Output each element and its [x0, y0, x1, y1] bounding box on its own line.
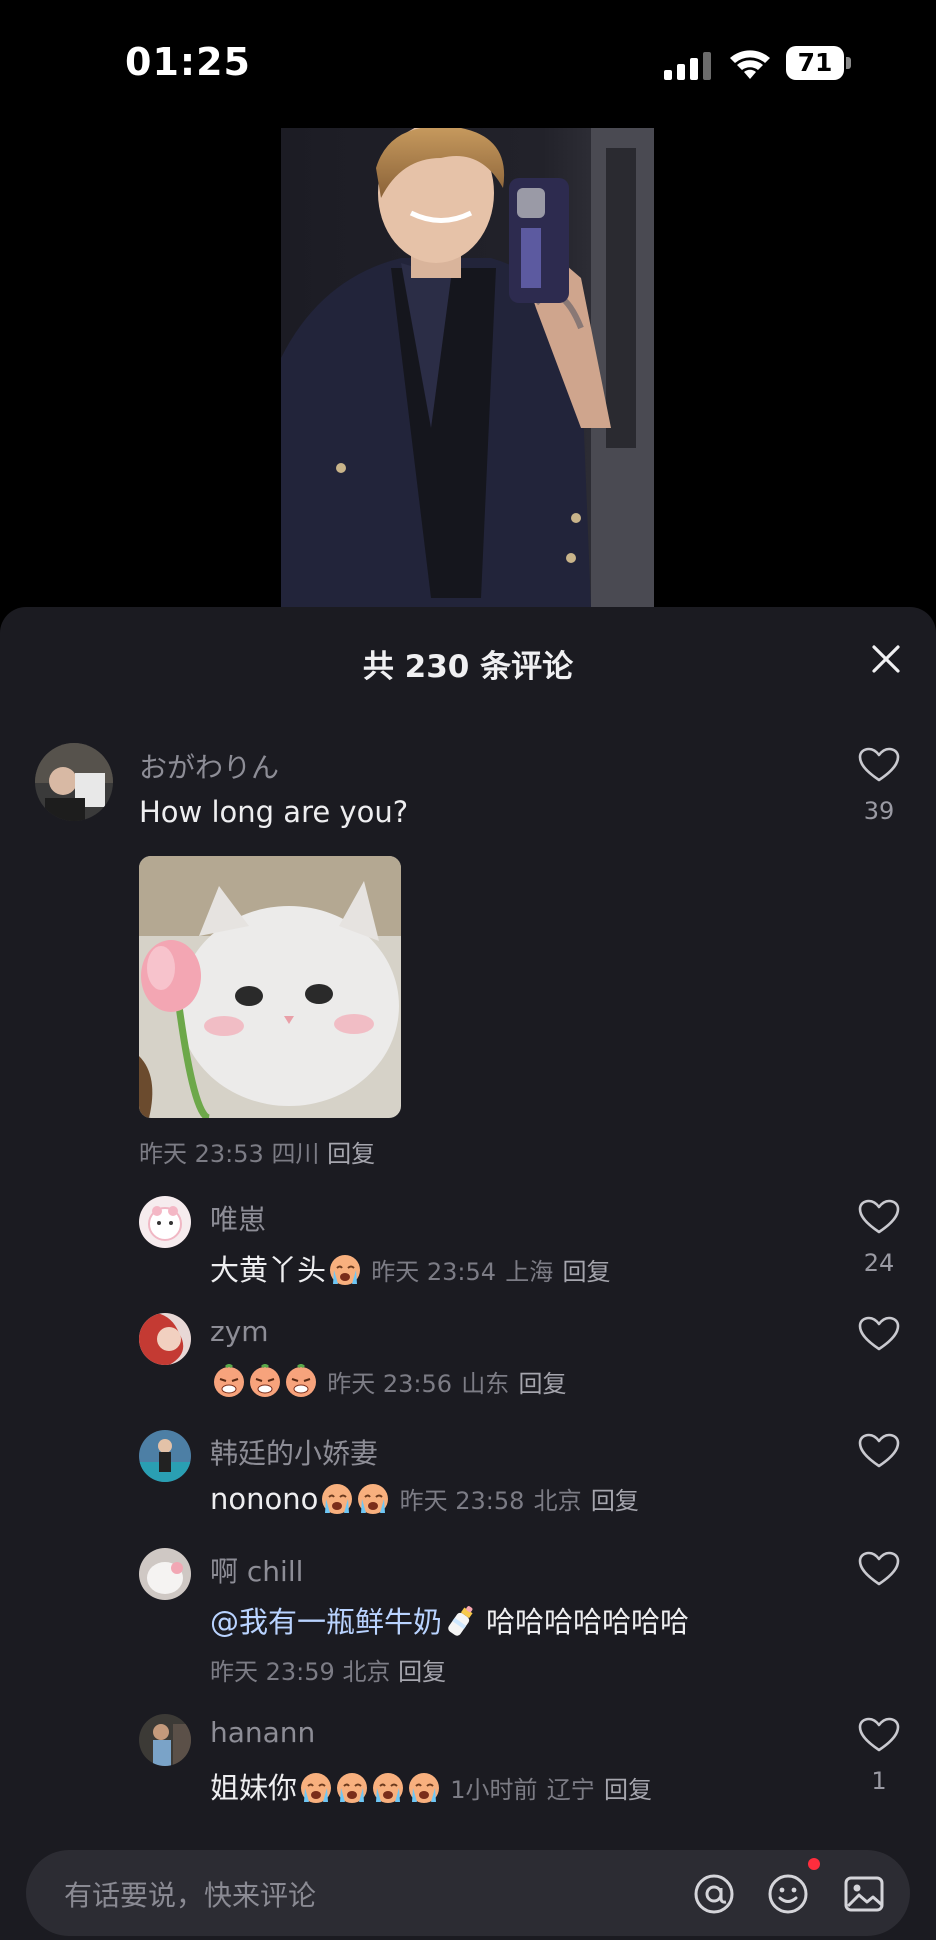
sob-emoji-icon [286, 1364, 316, 1397]
comment-text: nonono [210, 1482, 319, 1516]
comment-time: 昨天 23:53 [139, 1140, 264, 1168]
reply-button[interactable]: 回复 [518, 1370, 566, 1398]
mention-link[interactable]: @我有一瓶鲜牛奶 [210, 1605, 442, 1639]
comment-text: 姐妹你 [210, 1771, 298, 1805]
heart-icon[interactable] [858, 747, 900, 783]
like-count: 1 [871, 1767, 887, 1795]
comment-line: nonono 昨天 23:58 北京 回复 [210, 1481, 639, 1516]
crying-emoji-icon [322, 1484, 353, 1514]
battery-icon: 71 [786, 46, 852, 80]
comment-input-placeholder[interactable]: 有话要说，快来评论 [64, 1874, 316, 1914]
video-player[interactable] [281, 128, 654, 608]
close-icon[interactable] [868, 641, 904, 677]
comment-location: 四川 [271, 1140, 320, 1168]
heart-icon[interactable] [858, 1316, 900, 1352]
avatar[interactable] [139, 1548, 191, 1600]
comment-location: 山东 [461, 1370, 510, 1398]
comment-time: 昨天 23:56 [327, 1370, 453, 1398]
crying-emoji-icon [358, 1484, 389, 1514]
battery-level: 71 [797, 48, 833, 77]
comment-meta: 昨天 23:53 四川 回复 [139, 1134, 375, 1169]
reply-button[interactable]: 回复 [604, 1776, 652, 1804]
username[interactable]: おがわりん [139, 746, 279, 786]
comment-text: How long are you? [139, 795, 409, 829]
comment-time: 昨天 23:54 [371, 1258, 497, 1286]
like-count: 24 [863, 1249, 895, 1277]
comment-text: 哈哈哈哈哈哈哈 [486, 1605, 690, 1639]
wifi-icon [730, 50, 770, 79]
crying-emoji-icon [337, 1773, 368, 1803]
username[interactable]: 啊 chill [210, 1550, 303, 1590]
comment-location: 北京 [342, 1658, 391, 1686]
notification-dot [808, 1858, 820, 1870]
comment-line: 昨天 23:56 山东 回复 [210, 1364, 566, 1399]
reply-button[interactable]: 回复 [591, 1487, 639, 1515]
comment-location: 上海 [505, 1258, 554, 1286]
comment-location: 北京 [533, 1487, 582, 1515]
crying-emoji-icon [373, 1773, 404, 1803]
crying-emoji-icon [330, 1255, 361, 1285]
heart-icon[interactable] [858, 1433, 900, 1469]
comment-time: 昨天 23:58 [399, 1487, 525, 1515]
avatar[interactable] [139, 1430, 191, 1482]
reply-button[interactable]: 回复 [562, 1258, 610, 1286]
comment-meta: 昨天 23:59 北京 回复 [210, 1652, 446, 1687]
sob-emoji-icon [214, 1364, 244, 1397]
comment-time: 昨天 23:59 [210, 1658, 335, 1686]
heart-icon[interactable] [858, 1199, 900, 1235]
reply-button[interactable]: 回复 [398, 1658, 446, 1686]
username[interactable]: hanann [210, 1716, 315, 1749]
comment-input-bar[interactable]: 有话要说，快来评论 [26, 1850, 910, 1936]
avatar[interactable] [35, 743, 113, 821]
avatar[interactable] [139, 1313, 191, 1365]
image-icon[interactable] [842, 1872, 886, 1916]
crying-emoji-icon [301, 1773, 332, 1803]
heart-icon[interactable] [858, 1551, 900, 1587]
comment-line: 大黄丫头 昨天 23:54 上海 回复 [210, 1247, 610, 1289]
crying-emoji-icon [409, 1773, 440, 1803]
comment-count-title: 共 230 条评论 [362, 649, 574, 685]
status-bar: 01:25 71 [0, 0, 936, 120]
comment-sticker-image[interactable] [139, 856, 401, 1118]
heart-icon[interactable] [858, 1717, 900, 1753]
at-icon[interactable] [692, 1872, 736, 1916]
milk-bottle-icon [448, 1606, 473, 1636]
signal-icon [664, 52, 711, 80]
video-frame [281, 128, 654, 608]
username[interactable]: 韩廷的小娇妻 [210, 1432, 378, 1472]
status-time: 01:25 [125, 40, 251, 84]
comment-location: 辽宁 [546, 1776, 595, 1804]
comment-time: 1小时前 [450, 1776, 538, 1804]
comment-text: 大黄丫头 [210, 1253, 327, 1287]
comment-line: 姐妹你 1小时前 辽宁 回复 [210, 1765, 652, 1807]
reply-button[interactable]: 回复 [327, 1140, 375, 1168]
emoji-icon[interactable] [766, 1872, 810, 1916]
sob-emoji-icon [250, 1364, 280, 1397]
avatar[interactable] [139, 1196, 191, 1248]
comment-line: @我有一瓶鲜牛奶 哈哈哈哈哈哈哈 [210, 1599, 689, 1641]
avatar[interactable] [139, 1714, 191, 1766]
username[interactable]: zym [210, 1315, 269, 1348]
like-count: 39 [863, 797, 895, 825]
username[interactable]: 唯崽 [210, 1198, 266, 1238]
